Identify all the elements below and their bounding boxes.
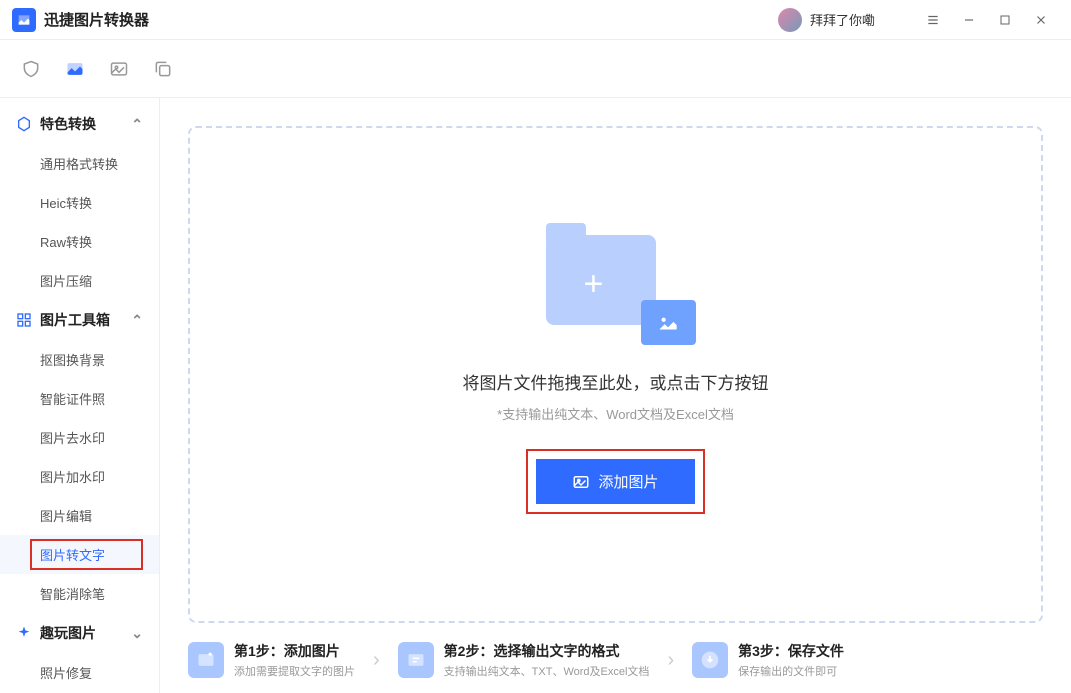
add-image-button[interactable]: 添加图片 [536,459,694,504]
step-subtitle: 添加需要提取文字的图片 [234,663,355,679]
format-icon [398,642,434,678]
sidebar-item-edit[interactable]: 图片编辑 [0,496,159,535]
category-label: 趣玩图片 [40,623,96,643]
sidebar-item-add-watermark[interactable]: 图片加水印 [0,457,159,496]
titlebar: 迅捷图片转换器 拜拜了你嘞 [0,0,1071,40]
menu-button[interactable] [915,0,951,40]
content-area: + 将图片文件拖拽至此处，或点击下方按钮 *支持输出纯文本、Word文档及Exc… [160,98,1071,693]
sidebar-item-ocr[interactable]: 图片转文字 [0,535,159,574]
sidebar-item-general-convert[interactable]: 通用格式转换 [0,144,159,183]
sidebar-item-cutout[interactable]: 抠图换背景 [0,340,159,379]
drop-title: 将图片文件拖拽至此处，或点击下方按钮 [463,369,769,394]
copy-icon[interactable] [152,58,174,80]
chevron-down-icon: ⌄ [131,625,143,642]
app-title: 迅捷图片转换器 [44,9,149,30]
chevron-right-icon: › [367,649,386,672]
avatar[interactable] [778,8,802,32]
sidebar-item-idphoto[interactable]: 智能证件照 [0,379,159,418]
sidebar-item-eraser[interactable]: 智能消除笔 [0,574,159,613]
picture-icon[interactable] [108,58,130,80]
chevron-up-icon: ⌃ [131,312,143,329]
username: 拜拜了你嘞 [810,10,875,29]
minimize-button[interactable] [951,0,987,40]
sidebar-item-heic[interactable]: Heic转换 [0,183,159,222]
shield-icon[interactable] [20,58,42,80]
chevron-up-icon: ⌃ [131,116,143,133]
step-subtitle: 支持输出纯文本、TXT、Word及Excel文档 [444,663,650,679]
image-icon[interactable] [64,58,86,80]
step-title: 第2步：选择输出文字的格式 [444,641,650,661]
sidebar: 特色转换 ⌃ 通用格式转换 Heic转换 Raw转换 图片压缩 图片工具箱 ⌃ … [0,98,160,693]
steps-bar: 第1步：添加图片 添加需要提取文字的图片 › 第2步：选择输出文字的格式 支持输… [188,623,1043,679]
step-subtitle: 保存输出的文件即可 [738,663,844,679]
step-title: 第3步：保存文件 [738,641,844,661]
sidebar-item-compress[interactable]: 图片压缩 [0,261,159,300]
download-icon [692,642,728,678]
step-title: 第1步：添加图片 [234,641,355,661]
step-2: 第2步：选择输出文字的格式 支持输出纯文本、TXT、Word及Excel文档 [398,641,650,679]
hexagon-icon [16,116,34,132]
maximize-button[interactable] [987,0,1023,40]
sparkle-icon [16,625,34,641]
add-button-highlight: 添加图片 [526,449,704,514]
folder-illustration: + [536,235,696,345]
category-toolkit[interactable]: 图片工具箱 ⌃ [0,300,159,340]
drop-zone[interactable]: + 将图片文件拖拽至此处，或点击下方按钮 *支持输出纯文本、Word文档及Exc… [188,126,1043,623]
category-label: 图片工具箱 [40,310,110,330]
sidebar-item-remove-watermark[interactable]: 图片去水印 [0,418,159,457]
category-label: 特色转换 [40,114,96,134]
app-logo [12,8,36,32]
sidebar-item-repair[interactable]: 照片修复 [0,653,159,692]
grid-icon [16,312,34,328]
category-feature[interactable]: 特色转换 ⌃ [0,104,159,144]
mode-toolbar [0,40,1071,98]
step-1: 第1步：添加图片 添加需要提取文字的图片 [188,641,355,679]
image-plus-icon [188,642,224,678]
drop-subtitle: *支持输出纯文本、Word文档及Excel文档 [497,404,734,423]
chevron-right-icon: › [661,649,680,672]
category-fun[interactable]: 趣玩图片 ⌄ [0,613,159,653]
add-button-label: 添加图片 [598,471,658,492]
close-button[interactable] [1023,0,1059,40]
sidebar-item-raw[interactable]: Raw转换 [0,222,159,261]
step-3: 第3步：保存文件 保存输出的文件即可 [692,641,844,679]
